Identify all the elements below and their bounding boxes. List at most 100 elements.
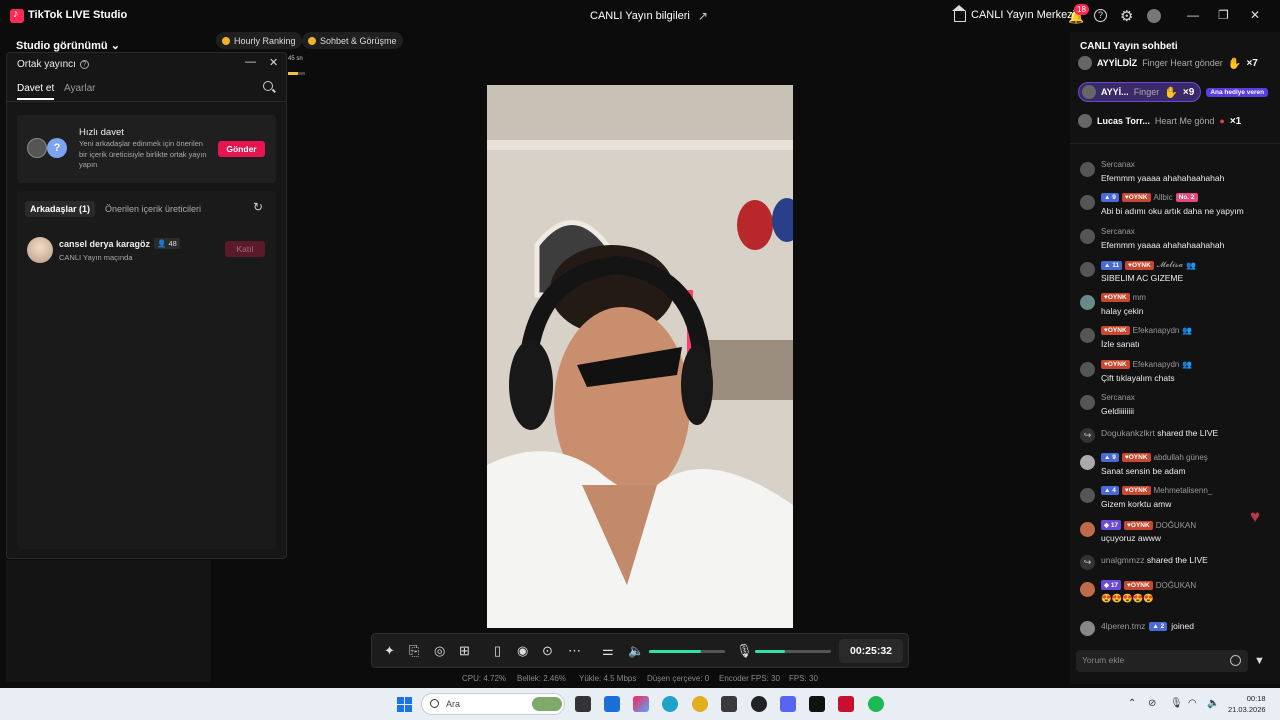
maximize-button[interactable]: ❐	[1218, 8, 1229, 22]
spotify-icon[interactable]	[868, 696, 884, 712]
level-badge: ▲ 9	[1101, 193, 1119, 202]
username[interactable]: DOĞUKAN	[1156, 581, 1196, 590]
avatar	[1080, 229, 1095, 244]
windows-start-icon[interactable]	[397, 697, 412, 712]
live-center-button[interactable]: CANLI Yayın Merkezi	[952, 5, 1076, 22]
avatar	[1080, 195, 1095, 210]
profile-avatar[interactable]	[1147, 9, 1161, 23]
comment-input[interactable]: Yorum ekle	[1076, 650, 1248, 672]
discord-icon[interactable]	[780, 696, 796, 712]
message-text: halay çekin	[1101, 306, 1144, 316]
message-header: ◆ 17 ♥OYNK DOĞUKAN	[1101, 580, 1196, 590]
join-button[interactable]: Katıl	[225, 241, 265, 257]
chat-call-button[interactable]: Sohbet & Görüşme	[302, 32, 403, 49]
edge-icon[interactable]	[662, 696, 678, 712]
microphone-icon[interactable]: 🎙	[736, 643, 753, 659]
mic-slider[interactable]	[755, 650, 831, 653]
live-video-preview	[487, 85, 793, 628]
live-info-button[interactable]: CANLI Yayın bilgileri ↗	[590, 9, 708, 23]
tab-suggested-creators[interactable]: Önerilen içerik üreticileri	[105, 204, 201, 214]
refresh-icon[interactable]: ↻	[253, 200, 263, 214]
username[interactable]: Dogukankzlkrt	[1101, 428, 1155, 438]
chevron-up-icon[interactable]: ⌃	[1128, 698, 1136, 709]
username[interactable]: Sercanax	[1101, 227, 1135, 236]
speaker-icon[interactable]: 🔈	[628, 643, 644, 659]
tab-invite[interactable]: Davet et	[17, 83, 55, 100]
username[interactable]: Allbic	[1154, 193, 1173, 202]
microphone-tray-icon[interactable]: 🎙	[1170, 698, 1183, 709]
username[interactable]: abdullah güneş	[1154, 453, 1208, 462]
volume-slider[interactable]	[649, 650, 725, 653]
username[interactable]: 4lperen.tmz	[1101, 621, 1145, 631]
minimize-panel-icon[interactable]: —	[245, 56, 256, 68]
live-info-label: CANLI Yayın bilgileri	[590, 10, 690, 22]
username[interactable]: Mehmetalisenn_	[1154, 486, 1213, 495]
username[interactable]: mm	[1133, 293, 1146, 302]
hourly-ranking-button[interactable]: Hourly Ranking	[216, 32, 302, 49]
join-line: 4lperen.tmz ▲ 2 joined	[1101, 621, 1194, 631]
more-icon[interactable]: ⋯	[568, 643, 581, 659]
ai-icon[interactable]: ◎	[434, 643, 445, 659]
phone-icon[interactable]: ▯	[494, 643, 501, 659]
stat-cpu: CPU: 4.72%	[462, 674, 507, 683]
fan-label: OYNK	[1107, 327, 1127, 334]
message-header: Sercanax	[1101, 227, 1135, 236]
hourly-ranking-label: Hourly Ranking	[234, 35, 296, 46]
send-invite-button[interactable]: Gönder	[218, 141, 265, 157]
task-view-icon[interactable]	[575, 696, 591, 712]
gift-user: Lucas Torr...	[1097, 116, 1150, 126]
level-value: 9	[1112, 194, 1116, 201]
search-icon[interactable]	[263, 81, 273, 91]
emoji-icon[interactable]	[1230, 655, 1241, 666]
gift-pill: AYYİ... Finger ✋ ×9	[1078, 82, 1202, 102]
gift-multiplier: ×9	[1182, 86, 1195, 98]
username[interactable]: Sercanax	[1101, 393, 1135, 402]
settings-app-icon[interactable]	[721, 696, 737, 712]
username[interactable]: Efekanapydn	[1133, 326, 1180, 335]
panel-title: Ortak yayıncı ?	[17, 59, 89, 70]
message-header: ♥OYNK mm	[1101, 293, 1146, 302]
outlook-icon[interactable]	[604, 696, 620, 712]
tiktok-live-studio-icon[interactable]	[838, 696, 854, 712]
username[interactable]: 𝓜𝓮𝓵𝓲𝓼𝓪	[1157, 260, 1183, 270]
translate-icon[interactable]: ⎘	[409, 643, 419, 659]
message-text: Gizem korktu amw	[1101, 499, 1172, 509]
mixer-icon[interactable]: ⚌	[602, 643, 614, 659]
close-button[interactable]: ✕	[1250, 8, 1260, 22]
send-icon[interactable]: ▼	[1254, 655, 1265, 667]
copilot-icon[interactable]	[633, 696, 649, 712]
system-clock[interactable]: 00:18 21.03.2026	[1228, 693, 1266, 715]
chrome-icon[interactable]	[692, 696, 708, 712]
gear-icon[interactable]: ⚙	[1120, 7, 1133, 25]
fan-label: OYNK	[1107, 361, 1127, 368]
studio-view-dropdown[interactable]: Studio görünümü ⌄	[16, 39, 120, 52]
avatar	[1080, 395, 1095, 410]
help-icon[interactable]: ?	[1094, 9, 1107, 22]
fan-badge: ♥OYNK	[1121, 453, 1151, 462]
effects-icon[interactable]: ✦	[384, 643, 395, 659]
username[interactable]: unalgmmzz	[1101, 555, 1144, 565]
live-center-label: CANLI Yayın Merkezi	[971, 9, 1076, 21]
tiktok-app-icon[interactable]	[809, 696, 825, 712]
minimize-button[interactable]: —	[1187, 8, 1199, 22]
team-icon: 👥	[1182, 326, 1193, 335]
obs-icon[interactable]	[751, 696, 767, 712]
gift-row-top-gifter: AYYİ... Finger ✋ ×9 Ana hediye veren	[1078, 81, 1269, 103]
tab-friends[interactable]: Arkadaşlar (1)	[25, 201, 96, 217]
wifi-icon[interactable]: ◠	[1188, 698, 1197, 709]
username[interactable]: DOĞUKAN	[1156, 521, 1196, 530]
avatar	[1080, 621, 1095, 636]
taskbar-search[interactable]: Ara	[421, 693, 565, 715]
close-panel-icon[interactable]: ✕	[269, 56, 278, 69]
tab-settings[interactable]: Ayarlar	[64, 83, 96, 94]
quick-invite-card: ? Hızlı davet Yeni arkadaşlar edinmek iç…	[17, 115, 276, 183]
username[interactable]: Sercanax	[1101, 160, 1135, 169]
record-icon[interactable]: ◉	[517, 643, 528, 659]
info-icon[interactable]: ?	[79, 60, 89, 69]
message-header: ♥OYNK Efekanapydn 👥	[1101, 326, 1192, 335]
add-source-icon[interactable]: ⊞	[459, 643, 470, 659]
stop-icon[interactable]: ⊙	[542, 643, 553, 659]
network-off-icon[interactable]: ⊘	[1148, 698, 1156, 709]
volume-icon[interactable]: 🔈	[1207, 698, 1219, 709]
username[interactable]: Efekanapydn	[1133, 360, 1180, 369]
